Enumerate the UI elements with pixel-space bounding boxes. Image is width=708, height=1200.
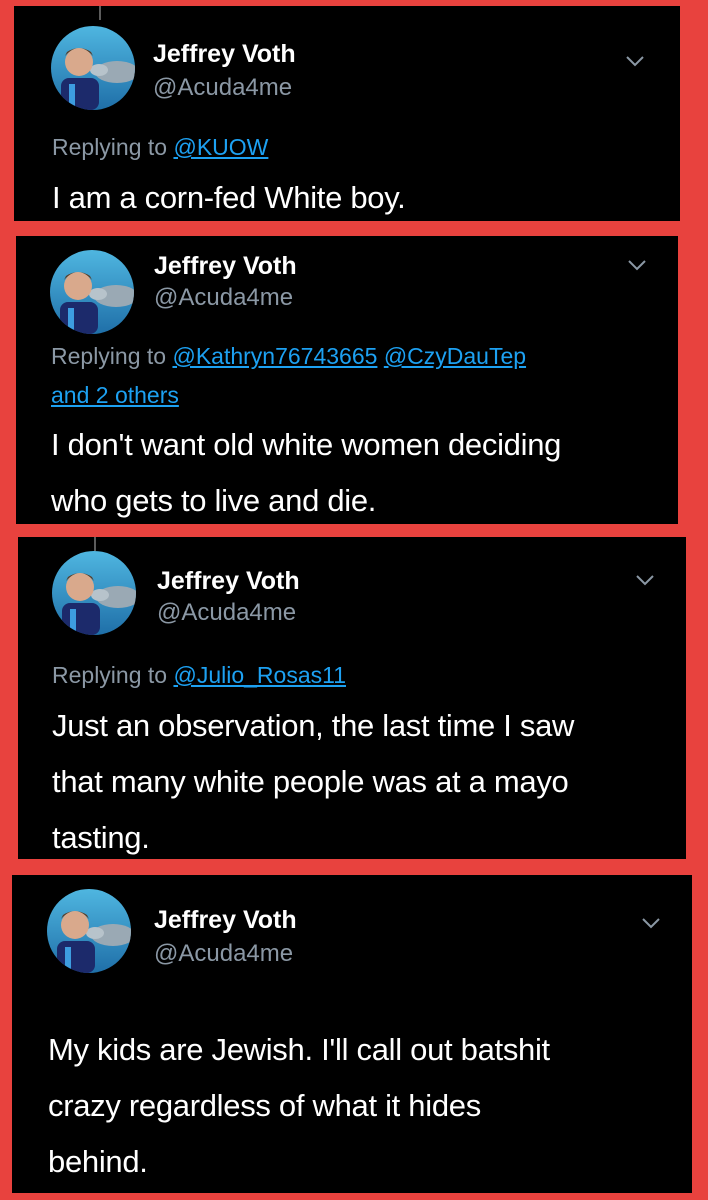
avatar[interactable] [52, 551, 136, 635]
tweet-card-1[interactable]: Jeffrey Voth @Acuda4me Replying to @KUOW… [14, 6, 680, 221]
tweet-text: I don't want old white women deciding wh… [51, 417, 561, 529]
display-name[interactable]: Jeffrey Voth [157, 567, 300, 596]
replying-to: Replying to @KUOW [52, 126, 268, 168]
display-name[interactable]: Jeffrey Voth [153, 40, 296, 69]
chevron-down-icon[interactable] [626, 258, 648, 272]
tweet-card-3[interactable]: Jeffrey Voth @Acuda4me Replying to @Juli… [18, 537, 686, 859]
chevron-down-icon[interactable] [640, 916, 662, 930]
mention-link[interactable]: @KUOW [173, 134, 268, 160]
tweet-text-line: that many white people was at a mayo [52, 764, 569, 799]
tweet-text: Just an observation, the last time I saw… [52, 698, 574, 866]
display-name[interactable]: Jeffrey Voth [154, 252, 297, 281]
mention-link[interactable]: @Julio_Rosas11 [173, 662, 346, 688]
tweet-text-line: My kids are Jewish. I'll call out batshi… [48, 1032, 550, 1067]
avatar-photo [47, 889, 131, 973]
tweet-card-2[interactable]: Jeffrey Voth @Acuda4me Replying to @Kath… [16, 236, 678, 524]
replying-to-more: and 2 others [51, 374, 179, 416]
tweet-text-line: behind. [48, 1144, 148, 1179]
chevron-down-icon[interactable] [634, 573, 656, 587]
replying-to: Replying to @Kathryn76743665 @CzyDauTep [51, 335, 526, 377]
avatar-photo [51, 26, 135, 110]
avatar[interactable] [50, 250, 134, 334]
tweet-text-line: crazy regardless of what it hides [48, 1088, 481, 1123]
tweet-text: I am a corn-fed White boy. [52, 170, 406, 226]
tweet-card-4[interactable]: Jeffrey Voth @Acuda4me My kids are Jewis… [12, 875, 692, 1193]
tweet-text-line: I am a corn-fed White boy. [52, 180, 406, 215]
avatar[interactable] [47, 889, 131, 973]
avatar[interactable] [51, 26, 135, 110]
tweet-text-line: tasting. [52, 820, 150, 855]
tweet-text-line: Just an observation, the last time I saw [52, 708, 575, 743]
thread-connector [99, 6, 101, 20]
tweet-text-line: I don't want old white women deciding [51, 427, 562, 462]
avatar-photo [50, 250, 134, 334]
mention-link-others[interactable]: and 2 others [51, 382, 179, 408]
chevron-down-icon[interactable] [624, 54, 646, 68]
replying-prefix: Replying to [52, 662, 168, 688]
replying-prefix: Replying to [52, 134, 168, 160]
display-name[interactable]: Jeffrey Voth [154, 906, 297, 935]
user-handle[interactable]: @Acuda4me [154, 940, 293, 968]
thread-connector [94, 537, 96, 551]
tweet-text-line: who gets to live and die. [51, 483, 377, 518]
replying-to: Replying to @Julio_Rosas11 [52, 654, 346, 696]
replying-prefix: Replying to [51, 343, 167, 369]
avatar-photo [52, 551, 136, 635]
user-handle[interactable]: @Acuda4me [157, 599, 296, 627]
mention-link[interactable]: @CzyDauTep [384, 343, 526, 369]
tweet-text: My kids are Jewish. I'll call out batshi… [48, 1022, 550, 1190]
mention-link[interactable]: @Kathryn76743665 [172, 343, 377, 369]
user-handle[interactable]: @Acuda4me [153, 74, 292, 102]
user-handle[interactable]: @Acuda4me [154, 284, 293, 312]
